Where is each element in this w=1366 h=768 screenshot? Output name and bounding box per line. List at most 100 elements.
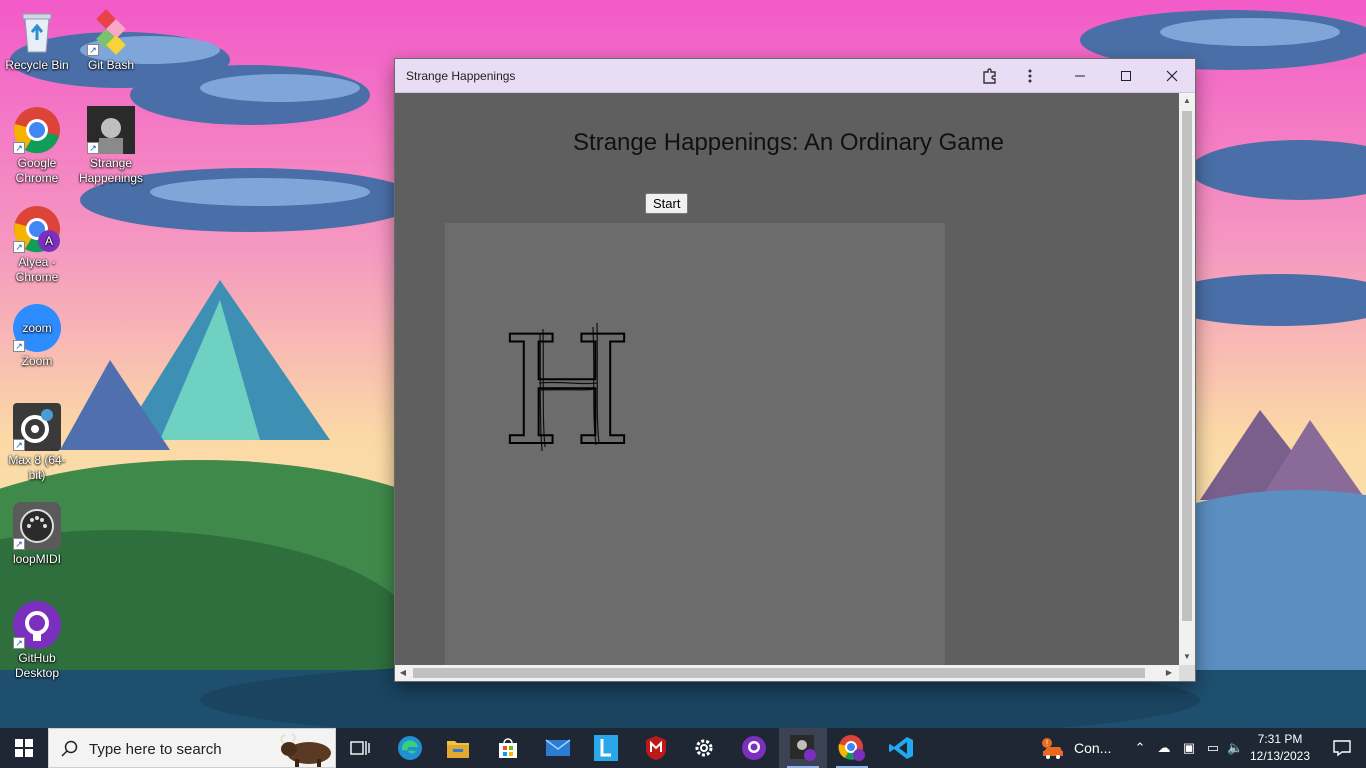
close-icon (1166, 70, 1178, 81)
maximize-icon (1121, 70, 1131, 81)
chrome-icon: ↗ (13, 106, 61, 154)
cloud-sync-icon[interactable]: ☁ (1156, 740, 1172, 756)
max8-icon: ↗ (13, 403, 61, 451)
shortcut-arrow-icon: ↗ (13, 142, 25, 154)
shortcut-arrow-icon: ↗ (13, 241, 25, 253)
taskbar-github-desktop[interactable] (730, 728, 778, 768)
minimize-icon (1075, 75, 1085, 76)
desktop-icon-label: Zoom (21, 354, 53, 368)
taskbar: Type here to search ! Con... ⌃ ☁ ▣ ▭ 🔈 7… (0, 728, 1366, 768)
chrome-profile-icon (838, 735, 865, 761)
vertical-scroll-thumb[interactable] (1182, 111, 1192, 621)
strange-happenings-icon: ↗ (87, 106, 135, 154)
desktop-icon-loopmidi[interactable]: ↗ loopMIDI (1, 502, 73, 567)
desktop-icon-label: Max 8 (64-bit) (8, 453, 66, 482)
desktop-icon-label: Git Bash (87, 58, 135, 72)
taskbar-strange-happenings[interactable] (779, 728, 827, 768)
l-app-icon (594, 735, 618, 761)
battery-icon[interactable]: ▭ (1205, 740, 1221, 756)
desktop-icon-recycle-bin[interactable]: Recycle Bin (1, 8, 73, 73)
desktop-icon-label: Recycle Bin (5, 58, 69, 72)
taskbar-search-box[interactable]: Type here to search (48, 728, 336, 768)
page-content: Strange Happenings: An Ordinary Game Sta… (395, 93, 1179, 665)
notification-center-button[interactable] (1318, 728, 1366, 768)
desktop-icon-strange-happenings[interactable]: ↗ Strange Happenings (75, 106, 147, 186)
zoom-icon: zoom ↗ (13, 304, 61, 352)
taskbar-microsoft-store[interactable] (484, 728, 532, 768)
desktop-icon-label: Google Chrome (15, 156, 59, 185)
warning-car-icon: ! (1042, 738, 1063, 759)
edge-icon (398, 736, 422, 760)
desktop-icon-google-chrome[interactable]: ↗ Google Chrome (1, 106, 73, 186)
file-explorer-icon (447, 741, 469, 758)
notification-icon (1333, 740, 1351, 757)
camera-icon[interactable]: ▣ (1181, 740, 1197, 756)
more-options-icon (1028, 69, 1032, 82)
start-button[interactable]: Start (645, 193, 689, 214)
search-icon (61, 740, 78, 757)
taskbar-edge[interactable] (386, 728, 434, 768)
desktop-icon-git-bash[interactable]: ↗ Git Bash (75, 8, 147, 73)
microsoft-store-icon (499, 738, 517, 758)
shortcut-arrow-icon: ↗ (13, 340, 25, 352)
vertical-scrollbar[interactable]: ▲ ▼ (1179, 93, 1195, 665)
loopmidi-icon: ↗ (13, 502, 61, 550)
shortcut-arrow-icon: ↗ (13, 439, 25, 451)
show-hidden-icons-icon[interactable]: ⌃ (1132, 740, 1148, 756)
scribbled-letter: H (502, 305, 633, 479)
maximize-button[interactable] (1103, 59, 1149, 92)
svg-text:!: ! (1046, 739, 1048, 748)
chrome-profile-icon: A ↗ (13, 205, 61, 253)
clock-time: 7:31 PM (1257, 732, 1303, 746)
git-bash-icon: ↗ (87, 8, 135, 56)
scrollbar-corner (1179, 665, 1195, 681)
taskbar-mail[interactable] (534, 728, 582, 768)
extensions-icon (983, 67, 996, 84)
taskbar-settings[interactable] (680, 728, 728, 768)
desktop-icon-max8[interactable]: ↗ Max 8 (64-bit) (1, 403, 73, 483)
recycle-bin-icon (13, 8, 61, 56)
svg-text:A: A (45, 234, 53, 248)
more-options-button[interactable] (1007, 59, 1053, 92)
clock-date: 12/13/2023 (1249, 749, 1311, 763)
desktop-icon-zoom[interactable]: zoom ↗ Zoom (1, 304, 73, 369)
scroll-up-icon[interactable]: ▲ (1179, 93, 1195, 109)
windows-logo-icon (15, 739, 33, 757)
search-highlight-yak-icon (280, 733, 331, 767)
start-menu-button[interactable] (0, 728, 48, 768)
desktop-icon-github-desktop[interactable]: ↗ GitHub Desktop (1, 601, 73, 681)
taskbar-file-explorer[interactable] (434, 728, 482, 768)
volume-icon[interactable]: 🔈 (1227, 740, 1243, 756)
github-desktop-icon (742, 736, 766, 760)
desktop-icon-label: Strange Happenings (78, 156, 144, 185)
app-window: Strange Happenings Strange Happenings: A… (395, 59, 1195, 681)
strange-happenings-icon (790, 735, 816, 761)
tray-notification-text: Con... (1074, 740, 1112, 756)
taskbar-l-app[interactable] (582, 728, 630, 768)
minimize-button[interactable] (1057, 59, 1103, 92)
desktop-icon-label: Alyea - Chrome (15, 255, 59, 284)
canvas-drawing: H (501, 304, 634, 480)
taskbar-vscode[interactable] (877, 728, 925, 768)
system-clock[interactable]: 7:31 PM 12/13/2023 (1246, 731, 1314, 765)
window-titlebar[interactable]: Strange Happenings (395, 59, 1195, 93)
page-title: Strange Happenings: An Ordinary Game (573, 129, 1004, 156)
desktop-icon-label: loopMIDI (12, 552, 62, 566)
task-view-icon (350, 741, 370, 755)
taskbar-task-view[interactable] (336, 728, 384, 768)
tray-notification[interactable]: ! Con... (1040, 728, 1111, 768)
scroll-right-icon[interactable]: ▶ (1161, 665, 1177, 681)
close-button[interactable] (1149, 59, 1195, 92)
game-canvas[interactable]: H (445, 223, 945, 665)
shortcut-arrow-icon: ↗ (13, 637, 25, 649)
scroll-left-icon[interactable]: ◀ (395, 665, 411, 681)
taskbar-mcafee[interactable] (632, 728, 680, 768)
taskbar-chrome-profile[interactable] (828, 728, 876, 768)
desktop-icon-label: GitHub Desktop (14, 651, 60, 680)
shortcut-arrow-icon: ↗ (87, 44, 99, 56)
horizontal-scrollbar[interactable]: ◀ ▶ (395, 665, 1179, 681)
desktop-icon-alyea-chrome[interactable]: A ↗ Alyea - Chrome (1, 205, 73, 285)
scroll-down-icon[interactable]: ▼ (1179, 649, 1195, 665)
horizontal-scroll-thumb[interactable] (413, 668, 1145, 678)
svg-text:zoom: zoom (22, 321, 51, 335)
